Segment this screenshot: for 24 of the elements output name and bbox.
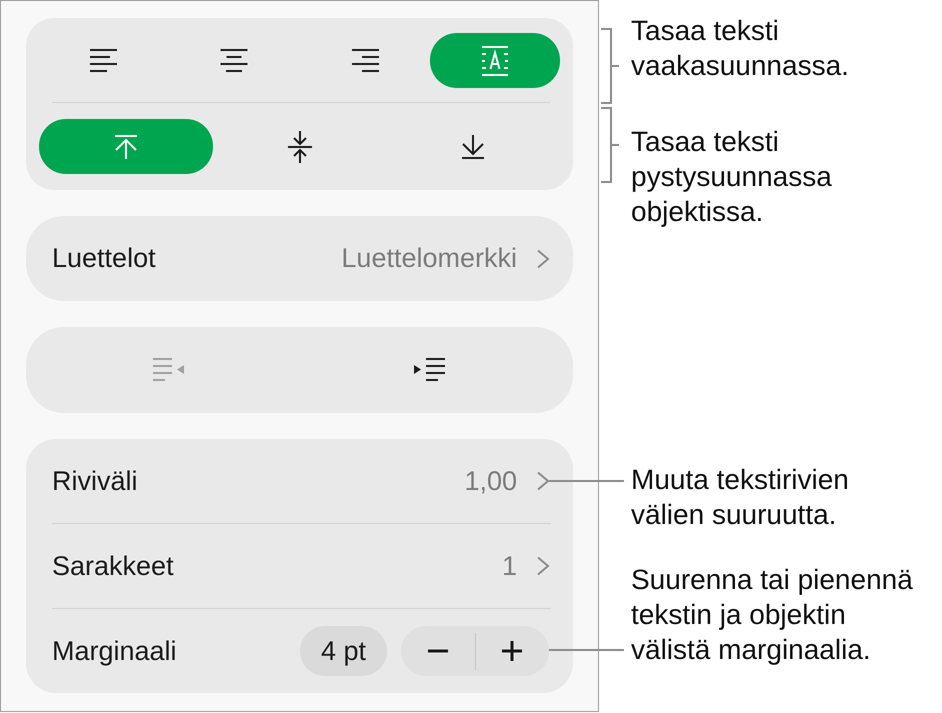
- align-right-icon[interactable]: [350, 48, 379, 72]
- align-middle-icon[interactable]: [288, 130, 312, 162]
- callout-text: Tasaa teksti vaakasuunnassa.: [631, 14, 850, 83]
- row-label: Marginaali: [52, 636, 177, 666]
- chevron-icon[interactable]: [536, 556, 550, 576]
- callout-text: Tasaa teksti pystysuunnassa objektissa.: [631, 125, 833, 229]
- align-top-button[interactable]: [39, 119, 213, 174]
- align-center-icon[interactable]: [220, 48, 248, 72]
- text-fit-icon[interactable]: [482, 46, 508, 76]
- row-label: Sarakkeet: [52, 550, 174, 582]
- chevron-icon[interactable]: [536, 471, 550, 491]
- row-label: Riviväli: [52, 466, 138, 496]
- row-value: Luettelomerkki: [341, 243, 517, 274]
- chevron-icon[interactable]: [536, 248, 550, 268]
- align-bottom-icon[interactable]: [462, 134, 484, 158]
- align-top-icon[interactable]: [114, 134, 137, 158]
- align-left-icon[interactable]: [90, 48, 118, 72]
- list-style-row[interactable]: Luettelot Luettelomerkki: [26, 216, 573, 301]
- indent-icon[interactable]: [414, 358, 446, 382]
- callout-text: Suurenna tai pienennä tekstin ja objektin välistä marginaalia.: [631, 563, 914, 667]
- callout-text: Muuta tekstirivien välien suuruutta.: [631, 463, 850, 532]
- value-field[interactable]: 4 pt: [300, 626, 387, 676]
- row-label: Luettelot: [52, 243, 156, 274]
- plus-icon[interactable]: [501, 640, 524, 662]
